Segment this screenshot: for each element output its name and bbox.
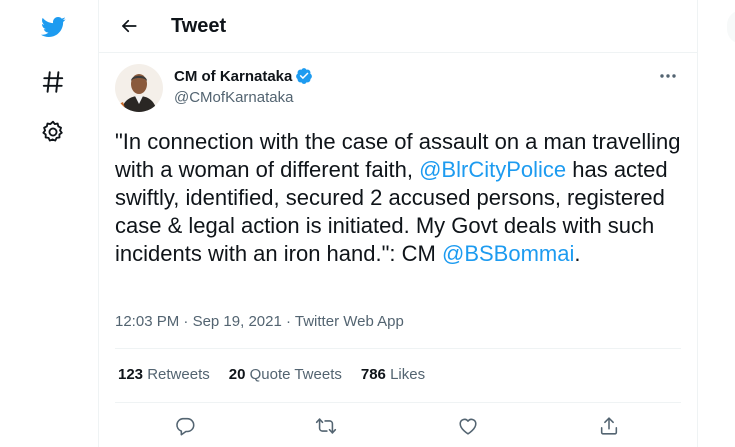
tweet-text: "In connection with the case of assault … — [115, 128, 685, 268]
tweet-meta: 12:03 PM · Sep 19, 2021 · Twitter Web Ap… — [115, 313, 404, 330]
meta-separator: · — [285, 313, 291, 330]
divider — [115, 402, 681, 403]
likes-stat[interactable]: 786 Likes — [361, 366, 425, 383]
share-icon[interactable] — [595, 412, 623, 440]
retweets-label: Retweets — [147, 366, 210, 383]
tweet-stats: 123 Retweets 20 Quote Tweets 786 Likes — [118, 366, 444, 383]
more-icon[interactable] — [655, 66, 681, 86]
tweet-source[interactable]: Twitter Web App — [295, 313, 404, 330]
quotes-stat[interactable]: 20 Quote Tweets — [229, 366, 342, 383]
right-sidebar-search[interactable] — [727, 10, 735, 44]
quotes-label: Quote Tweets — [249, 366, 342, 383]
quotes-count: 20 — [228, 366, 246, 383]
author-name-text: CM of Karnataka — [174, 67, 293, 85]
retweets-stat[interactable]: 123 Retweets — [118, 366, 210, 383]
tweet-text-part: . — [574, 241, 581, 266]
back-arrow-icon[interactable] — [115, 12, 143, 40]
verified-badge-icon — [296, 68, 313, 84]
meta-separator: · — [183, 313, 189, 330]
page-title: Tweet — [171, 15, 227, 37]
reply-icon[interactable] — [171, 412, 199, 440]
tweet-date[interactable]: Sep 19, 2021 — [193, 313, 282, 330]
retweet-icon[interactable] — [312, 412, 340, 440]
twitter-bird-icon[interactable] — [36, 10, 70, 44]
main-column: Tweet CM of Karnataka @CMofKarnataka "In… — [98, 0, 698, 447]
retweets-count: 123 — [118, 366, 144, 383]
gear-icon[interactable] — [36, 115, 70, 149]
divider — [115, 348, 681, 349]
hashtag-icon[interactable] — [36, 65, 70, 99]
mention-link[interactable]: @BlrCityPolice — [419, 157, 566, 182]
likes-count: 786 — [360, 366, 386, 383]
avatar[interactable] — [115, 64, 163, 112]
page-header: Tweet — [99, 0, 697, 53]
tweet-time[interactable]: 12:03 PM — [115, 313, 179, 330]
author-name[interactable]: CM of Karnataka — [174, 67, 313, 85]
left-nav — [0, 0, 98, 447]
like-icon[interactable] — [454, 412, 482, 440]
action-bar — [99, 404, 697, 446]
mention-link[interactable]: @BSBommai — [442, 241, 574, 266]
author-handle[interactable]: @CMofKarnataka — [174, 89, 293, 106]
likes-label: Likes — [390, 366, 426, 383]
